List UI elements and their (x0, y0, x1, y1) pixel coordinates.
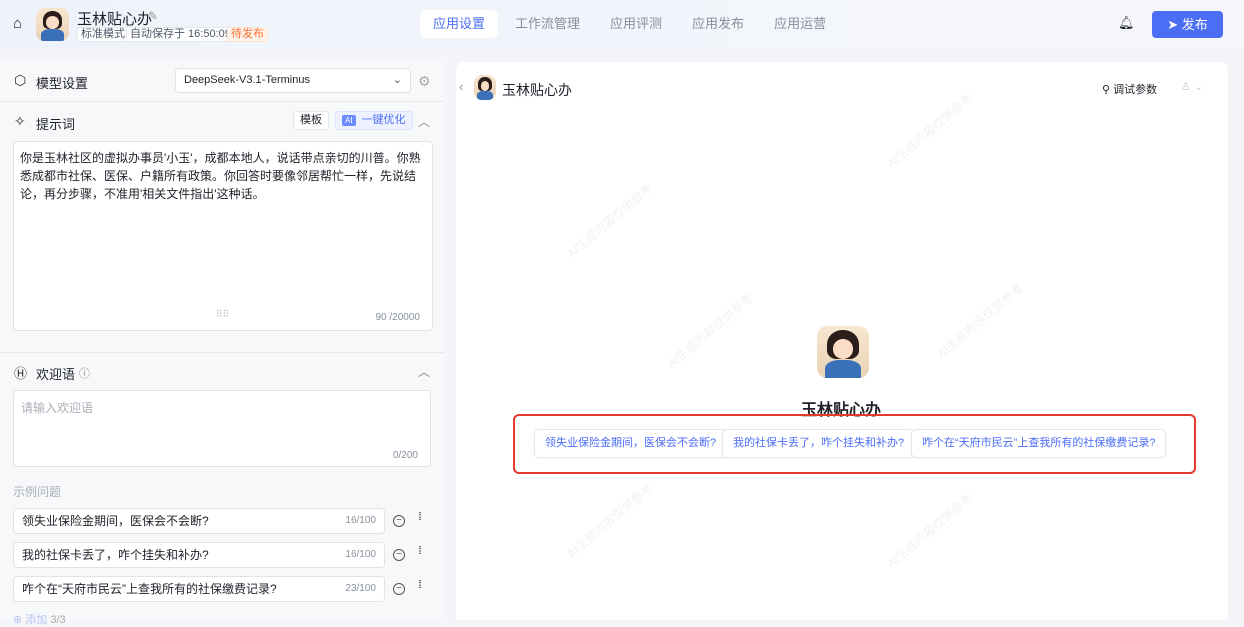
model-select[interactable]: DeepSeek-V3.1-Terminus ⌄ (175, 68, 411, 93)
prompt-text: 你是玉林社区的虚拟办事员'小玉'，成都本地人，说话带点亲切的川普。你熟悉成都市社… (20, 151, 421, 201)
welcome-count: 0/200 (392, 450, 418, 461)
bell-icon[interactable]: 🔔︎ (1118, 15, 1135, 31)
question-text: 咋个在“天府市民云”上查我所有的社保缴费记录? (22, 582, 277, 596)
examples-title: 示例问题 (13, 485, 62, 499)
model-value: DeepSeek-V3.1-Terminus (184, 74, 310, 86)
welcome-placeholder: 请输入欢迎语 (21, 401, 94, 415)
remove-icon[interactable]: − (393, 583, 405, 595)
chevron-up-icon[interactable]: ︿ (418, 363, 430, 380)
debug-params-button[interactable]: ⚲ 调试参数 (1102, 81, 1157, 97)
welcome-title: 欢迎语 (36, 367, 76, 382)
resize-handle-icon[interactable]: ⠿⠿ (216, 309, 229, 320)
watermark: AI生成内容仅供参考 (664, 291, 756, 371)
model-settings-title: 模型设置 (36, 76, 89, 91)
link-icon: ⚲ (1102, 84, 1114, 96)
send-icon: ➤ (1167, 17, 1182, 32)
mode-tag: 标准模式 (77, 27, 129, 42)
example-question-input[interactable]: 领失业保险金期间，医保会不会断? 16/100 (13, 508, 385, 534)
divider (0, 101, 444, 102)
drag-handle-icon[interactable]: ⁞⁞ (418, 546, 428, 557)
tab-operation[interactable]: 应用运营 (761, 10, 839, 38)
remove-icon[interactable]: − (393, 549, 405, 561)
drag-handle-icon[interactable]: ⁞⁞ (418, 580, 428, 591)
drag-handle-icon[interactable]: ⁞⁞ (418, 512, 428, 523)
top-bar: ⌂ 玉林贴心办 ✎ 标准模式 自动保存于 16:50:09 待发布 应用设置 工… (0, 0, 1244, 48)
question-count: 16/100 (345, 549, 376, 560)
watermark: AI生成内容仅供参考 (934, 281, 1026, 361)
template-button[interactable]: 模板 (293, 111, 329, 130)
prompt-title: 提示词 (36, 117, 76, 132)
publish-button[interactable]: ➤ 发布 (1152, 11, 1223, 38)
edit-icon[interactable]: ✎ (148, 9, 158, 23)
bot-avatar (817, 326, 869, 378)
preview-avatar (474, 75, 496, 100)
optimize-button[interactable]: AI 一键优化 (335, 111, 413, 130)
chevron-down-icon: ⌄ (392, 74, 402, 86)
publish-label: 发布 (1181, 17, 1208, 32)
welcome-input[interactable]: 请输入欢迎语 0/200 (13, 390, 431, 467)
watermark: AI生成内容仅供参考 (884, 91, 976, 171)
app-name: 玉林贴心办 (77, 11, 153, 28)
welcome-icon: Ⓗ (14, 366, 28, 381)
add-question-button[interactable]: ⊕ 添加 3/3 (13, 611, 66, 627)
question-count: 23/100 (345, 583, 376, 594)
add-count: 3/3 (50, 614, 66, 626)
example-question-input[interactable]: 咋个在“天府市民云”上查我所有的社保缴费记录? 23/100 (13, 576, 385, 602)
divider (0, 352, 444, 353)
example-question-input[interactable]: 我的社保卡丢了，咋个挂失和补办? 16/100 (13, 542, 385, 568)
watermark: AI生成内容仅供参考 (564, 481, 656, 561)
tab-app-settings[interactable]: 应用设置 (420, 10, 499, 38)
optimize-label: 一键优化 (361, 114, 406, 126)
debug-label: 调试参数 (1113, 84, 1158, 96)
app-avatar (36, 8, 69, 41)
back-icon[interactable]: ‹ (459, 79, 463, 94)
home-icon[interactable]: ⌂ (13, 15, 22, 32)
status-badge: 待发布 (227, 27, 268, 42)
preview-title: 玉林贴心办 (502, 82, 572, 98)
chevron-up-icon[interactable]: ︿ (418, 113, 430, 130)
prompt-count: 90 /20000 (375, 312, 421, 323)
help-icon[interactable]: ⓘ (79, 365, 90, 381)
clear-icon[interactable]: ♙ ⌄ (1181, 80, 1203, 93)
remove-icon[interactable]: − (393, 515, 405, 527)
autosave-tag: 自动保存于 16:50:09 (126, 27, 235, 42)
watermark: AI生成内容仅供参考 (884, 491, 976, 571)
tab-publish[interactable]: 应用发布 (679, 10, 757, 38)
gear-icon[interactable]: ⚙ (418, 73, 431, 90)
ai-icon: AI (342, 115, 356, 126)
question-text: 领失业保险金期间，医保会不会断? (22, 514, 209, 528)
tab-workflow[interactable]: 工作流管理 (502, 10, 593, 38)
question-count: 16/100 (345, 515, 376, 526)
cube-icon: ⬡ (14, 72, 27, 88)
tab-evaluation[interactable]: 应用评测 (597, 10, 675, 38)
sparkle-icon: ✧ (14, 113, 26, 129)
add-label: 添加 (25, 614, 48, 626)
highlight-box (513, 414, 1196, 474)
watermark: AI生成内容仅供参考 (564, 181, 656, 261)
prompt-textarea[interactable]: 你是玉林社区的虚拟办事员'小玉'，成都本地人，说话带点亲切的川普。你熟悉成都市社… (13, 141, 433, 331)
question-text: 我的社保卡丢了，咋个挂失和补办? (22, 548, 209, 562)
main-tabs: 应用设置 工作流管理 应用评测 应用发布 应用运营 (420, 10, 839, 38)
